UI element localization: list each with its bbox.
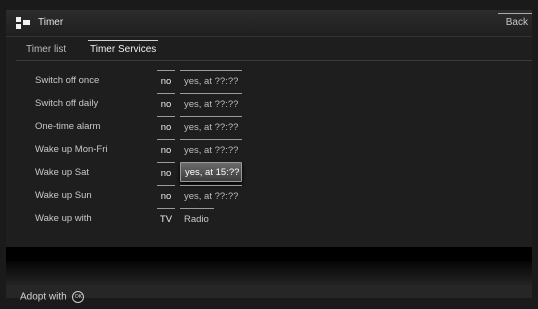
row-label: Wake up Sun [35, 190, 92, 201]
list-item-switch-off-daily: Switch off daily no yes, at ??:?? [0, 93, 538, 113]
list-item-one-time-alarm: One-time alarm no yes, at ??:?? [0, 116, 538, 136]
list-item-wake-up-sat: Wake up Sat no yes, at 15:?? [0, 162, 538, 182]
list-item-wake-up-with: Wake up with TV Radio [0, 208, 538, 228]
option-yes[interactable]: yes, at ??:?? [180, 116, 242, 136]
option-yes[interactable]: yes, at ??:?? [180, 139, 242, 159]
option-no[interactable]: no [157, 93, 175, 114]
row-label: Switch off daily [35, 98, 99, 109]
option-yes-selected[interactable]: yes, at 15:?? [180, 162, 242, 182]
list-item-wake-up-mon-fri: Wake up Mon-Fri no yes, at ??:?? [0, 139, 538, 159]
row-label: Wake up Mon-Fri [35, 144, 108, 155]
row-label: One-time alarm [35, 121, 101, 132]
timer-app-icon [16, 17, 30, 29]
back-button[interactable]: Back [498, 13, 532, 32]
title-bar: Timer Back [6, 10, 532, 37]
window-title: Timer [38, 17, 64, 28]
row-label: Wake up with [35, 213, 92, 224]
option-no[interactable]: no [157, 185, 175, 206]
adopt-label: Adopt with [20, 291, 67, 303]
adopt-hint: Adopt with OK [20, 291, 85, 303]
option-no[interactable]: no [157, 70, 175, 91]
option-yes[interactable]: yes, at ??:?? [180, 93, 242, 113]
row-label: Switch off once [35, 75, 100, 86]
info-bar [6, 247, 532, 261]
row-label: Wake up Sat [35, 167, 90, 178]
option-no[interactable]: no [157, 139, 175, 160]
list-item-wake-up-sun: Wake up Sun no yes, at ??:?? [0, 185, 538, 205]
info-bar-gradient [6, 261, 532, 285]
option-yes[interactable]: yes, at ??:?? [180, 185, 242, 205]
ok-button-icon: OK [72, 291, 85, 303]
tab-timer-services[interactable]: Timer Services [87, 40, 159, 55]
option-tv[interactable]: TV [157, 208, 175, 229]
option-yes[interactable]: yes, at ??:?? [180, 70, 242, 90]
footer [6, 285, 532, 298]
option-radio[interactable]: Radio [180, 208, 214, 228]
list-item-switch-off-once: Switch off once no yes, at ??:?? [0, 70, 538, 90]
tab-timer-list[interactable]: Timer list [26, 44, 66, 55]
option-no[interactable]: no [157, 162, 175, 183]
tab-divider [16, 60, 532, 61]
option-no[interactable]: no [157, 116, 175, 137]
